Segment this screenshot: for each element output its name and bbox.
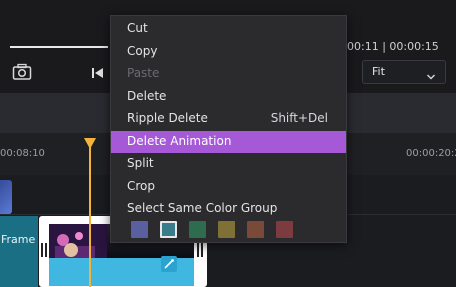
camera-icon[interactable] xyxy=(12,63,32,81)
frame-clip-label: Frame xyxy=(1,233,36,246)
menu-item-cut[interactable]: Cut xyxy=(111,18,346,40)
menu-item-delete[interactable]: Delete xyxy=(111,86,346,108)
frame-clip[interactable] xyxy=(0,216,38,287)
menu-item-paste: Paste xyxy=(111,63,346,85)
playback-progress-bar[interactable] xyxy=(10,46,108,48)
color-swatch[interactable] xyxy=(247,221,264,238)
color-swatch[interactable] xyxy=(131,221,148,238)
color-swatch[interactable] xyxy=(276,221,293,238)
menu-item-label: Ripple Delete xyxy=(127,111,208,125)
timecode-display: 00:11 | 00:00:15 xyxy=(347,40,439,53)
menu-item-crop[interactable]: Crop xyxy=(111,176,346,198)
menu-item-delete-animation[interactable]: Delete Animation xyxy=(111,130,346,153)
previous-frame-icon[interactable] xyxy=(91,65,105,79)
clip-handle-icon[interactable] xyxy=(41,242,47,257)
menu-item-split[interactable]: Split xyxy=(111,153,346,175)
zoom-fit-label: Fit xyxy=(372,65,385,78)
menu-item-label: Crop xyxy=(127,178,156,193)
playhead[interactable] xyxy=(89,138,91,287)
ruler-tick-label: 00:08:10 xyxy=(0,148,45,159)
menu-item-label: Split xyxy=(127,156,154,170)
menu-item-label: Copy xyxy=(127,43,158,58)
menu-item-label: Cut xyxy=(127,21,148,35)
color-swatch[interactable] xyxy=(218,221,235,238)
menu-item-label: Delete Animation xyxy=(127,133,232,148)
color-swatch[interactable] xyxy=(160,221,177,238)
playhead-marker-icon[interactable] xyxy=(83,135,97,149)
magic-wand-icon[interactable] xyxy=(161,256,177,272)
menu-item-copy[interactable]: Copy xyxy=(111,41,346,63)
zoom-fit-select[interactable]: Fit xyxy=(362,60,446,84)
menu-item-label: Delete xyxy=(127,88,167,103)
color-swatch[interactable] xyxy=(189,221,206,238)
chevron-down-icon xyxy=(426,67,436,80)
clip-thumbnail[interactable] xyxy=(0,180,12,214)
color-group-heading: Select Same Color Group xyxy=(127,201,278,215)
ruler-tick-label: 00:00:20:2 xyxy=(406,148,456,159)
menu-item-label: Paste xyxy=(127,66,160,80)
context-menu: Cut Copy Paste Delete Ripple Delete Shift+Del… xyxy=(110,15,347,243)
menu-item-shortcut: Shift+Del xyxy=(270,111,328,125)
menu-item-ripple-delete[interactable]: Ripple Delete Shift+Del xyxy=(111,108,346,130)
clip-handle-icon[interactable] xyxy=(197,242,203,257)
